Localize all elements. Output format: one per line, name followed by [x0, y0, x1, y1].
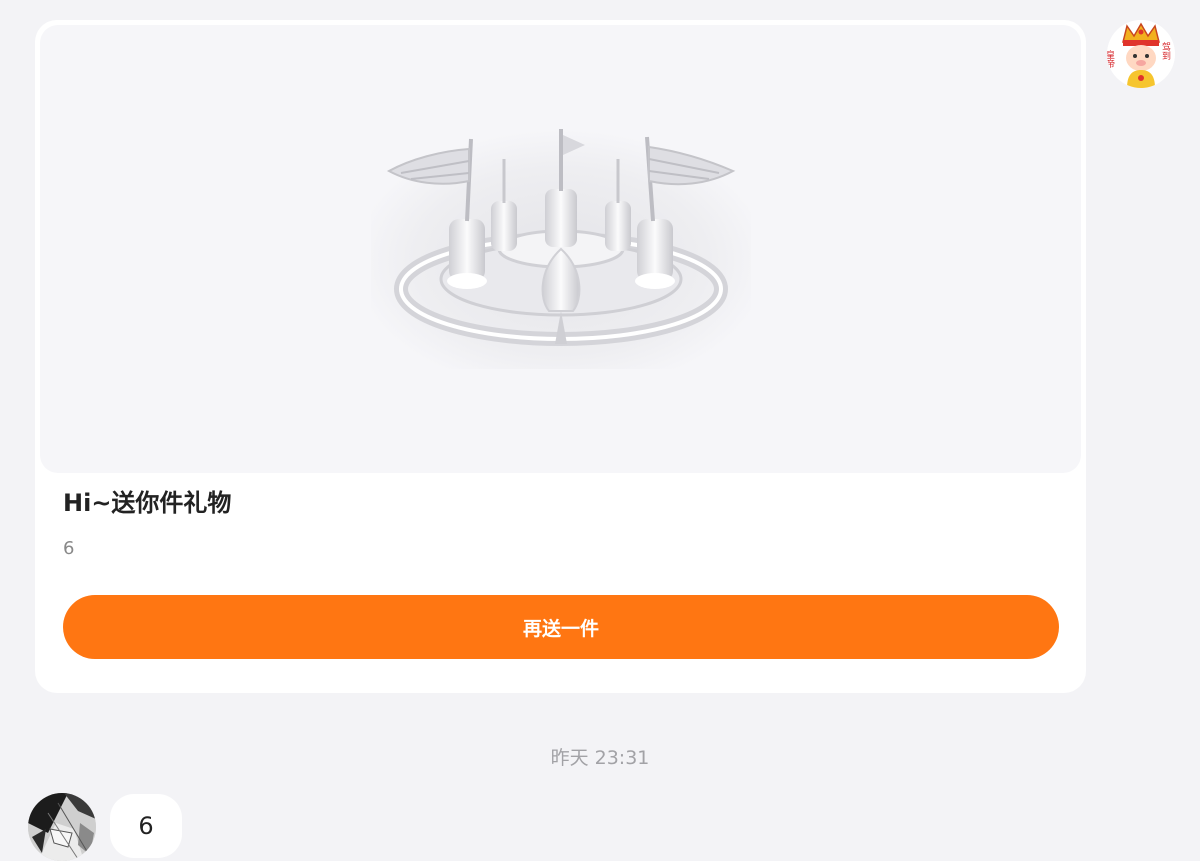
gift-image: [40, 25, 1081, 473]
send-again-button[interactable]: 再送一件: [63, 595, 1059, 659]
message-bubble[interactable]: 6: [110, 794, 182, 858]
manga-avatar-icon: [28, 793, 96, 861]
message-timestamp: 昨天 23:31: [550, 747, 650, 769]
emperor-avatar-icon: 皇帝 驾到: [1107, 20, 1175, 88]
gift-card[interactable]: Hi~送你件礼物 6 再送一件: [35, 20, 1086, 693]
chat-page: Hi~送你件礼物 6 再送一件 皇帝 驾到 昨天 23:31 6: [0, 0, 1200, 861]
avatar-badge-right: 驾到: [1160, 42, 1171, 60]
their-avatar[interactable]: [28, 793, 96, 861]
my-avatar[interactable]: 皇帝 驾到: [1107, 20, 1175, 88]
gift-subtext: 6: [63, 538, 75, 559]
avatar-badge-left: 皇帝: [1107, 49, 1115, 69]
castle-gift-icon: [370, 129, 751, 369]
gift-title: Hi~送你件礼物: [63, 489, 232, 517]
